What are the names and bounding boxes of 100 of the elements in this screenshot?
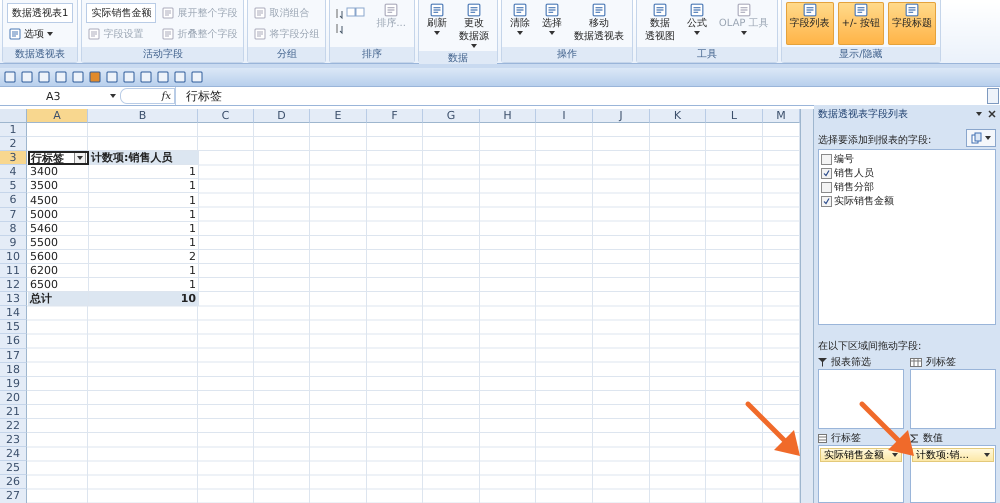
column-header: K	[650, 109, 706, 123]
column-header: L	[706, 109, 763, 123]
ribbon-icon	[430, 3, 444, 17]
group-label: 活动字段	[82, 47, 244, 62]
row-header: 14	[0, 306, 27, 320]
ribbon-button[interactable]: 选项	[7, 27, 74, 42]
ribbon-button[interactable]: 移动 数据透视表	[570, 2, 628, 45]
field-chip[interactable]: 计数项:销...	[912, 448, 994, 462]
group-label: 排序	[330, 47, 414, 62]
layout-icon	[971, 132, 983, 144]
dropdown-button[interactable]	[74, 153, 86, 164]
toggle-button[interactable]: 字段列表	[786, 2, 834, 45]
ribbon-icon	[854, 3, 868, 17]
name-box[interactable]: A3	[0, 90, 120, 102]
ribbon-button[interactable]: 公式	[682, 2, 711, 45]
field-item[interactable]: 编号	[821, 152, 993, 166]
ribbon-icon	[162, 6, 174, 19]
column-header: C	[198, 109, 254, 123]
ribbon-button[interactable]: 清除	[506, 2, 534, 45]
total-cell: 总计	[28, 292, 89, 306]
ribbon-button[interactable]: 数据 透视图	[640, 2, 679, 45]
columns-icon	[910, 358, 922, 366]
ribbon-icon	[802, 3, 817, 17]
expand-button[interactable]	[987, 88, 999, 104]
ribbon-button[interactable]: 选择	[538, 2, 566, 45]
drop-area[interactable]: 实际销售金额	[818, 445, 904, 503]
table-cell: 3500	[28, 179, 89, 194]
group-label: 分组	[248, 47, 326, 62]
fx-button[interactable]: fx	[120, 88, 175, 104]
scrollbar[interactable]	[800, 109, 814, 503]
checkbox[interactable]	[821, 182, 832, 192]
ribbon-icon	[512, 3, 527, 17]
ribbon-icon	[254, 28, 266, 40]
pane-title: 数据透视表字段列表	[818, 108, 908, 121]
field-item[interactable]: 销售分部	[821, 180, 993, 194]
row-header: 23	[0, 433, 27, 448]
row-header: 3	[0, 151, 27, 166]
row-header: 8	[0, 222, 27, 236]
row-header: 16	[0, 334, 27, 348]
ribbon-icon	[690, 3, 704, 17]
table-cell: 1	[89, 179, 199, 194]
ribbon-icon	[466, 3, 481, 17]
column-header: B	[88, 109, 198, 123]
ribbon-icon	[254, 6, 266, 19]
toggle-button[interactable]: 字段标题	[888, 2, 936, 45]
field-item[interactable]: 销售人员	[821, 166, 993, 180]
row-header: 25	[0, 461, 27, 476]
ribbon-icon	[652, 3, 667, 17]
ribbon-icon	[384, 3, 398, 17]
column-header: M	[763, 109, 800, 123]
checkbox[interactable]	[821, 196, 832, 206]
group-label: 操作	[502, 47, 632, 62]
table-cell: 1	[89, 222, 199, 236]
row-header: 6	[0, 193, 27, 208]
close-icon[interactable]	[988, 110, 996, 118]
drop-area[interactable]: 计数项:销...	[910, 445, 996, 503]
column-header: J	[593, 109, 650, 123]
toggle-button[interactable]: +/- 按钮	[838, 2, 884, 45]
area-label: 数值	[923, 432, 943, 445]
column-header: A	[27, 109, 88, 123]
row-header: 21	[0, 404, 27, 419]
caret-icon	[110, 94, 116, 98]
ribbon-icon	[544, 3, 559, 17]
row-header: 26	[0, 475, 27, 490]
row-header: 24	[0, 447, 27, 462]
rows-icon	[818, 434, 827, 442]
menu-icon	[976, 112, 982, 116]
caret-icon	[892, 453, 898, 457]
column-header: D	[254, 109, 310, 123]
table-cell: 5500	[28, 236, 89, 250]
pane-prompt: 在以下区域间拖动字段:	[818, 340, 922, 353]
row-header: 20	[0, 390, 27, 405]
field-box[interactable]: 数据透视表1	[7, 2, 74, 23]
area-label: 列标签	[926, 356, 956, 369]
field-box[interactable]: 实际销售金额	[86, 2, 156, 23]
ribbon-icon	[905, 3, 920, 17]
ribbon-button[interactable]: 刷新	[422, 2, 451, 49]
field-item[interactable]: 实际销售金额	[821, 194, 993, 208]
checkbox[interactable]	[821, 168, 832, 178]
pane-prompt: 选择要添加到报表的字段:	[818, 134, 932, 147]
field-chip[interactable]: 实际销售金额	[820, 448, 902, 462]
row-header: 19	[0, 376, 27, 391]
layout-button[interactable]	[966, 129, 996, 147]
group-label: 数据透视表	[3, 47, 78, 62]
table-cell: 1	[89, 165, 199, 180]
area-label: 行标签	[831, 432, 861, 445]
row-header: 2	[0, 137, 27, 152]
ribbon-button[interactable]: 更改 数据源	[454, 2, 493, 49]
table-cell: 4500	[28, 193, 89, 208]
checkbox[interactable]	[821, 154, 832, 164]
drop-area[interactable]	[818, 369, 904, 429]
caret-icon	[985, 136, 991, 140]
ribbon-icon	[88, 28, 100, 40]
column-header: I	[536, 109, 593, 123]
row-header: 9	[0, 236, 27, 250]
row-header: 1	[0, 123, 27, 138]
table-cell: 1	[89, 208, 199, 222]
row-header: 17	[0, 348, 27, 363]
row-header: 13	[0, 292, 27, 306]
row-header: 10	[0, 250, 27, 264]
